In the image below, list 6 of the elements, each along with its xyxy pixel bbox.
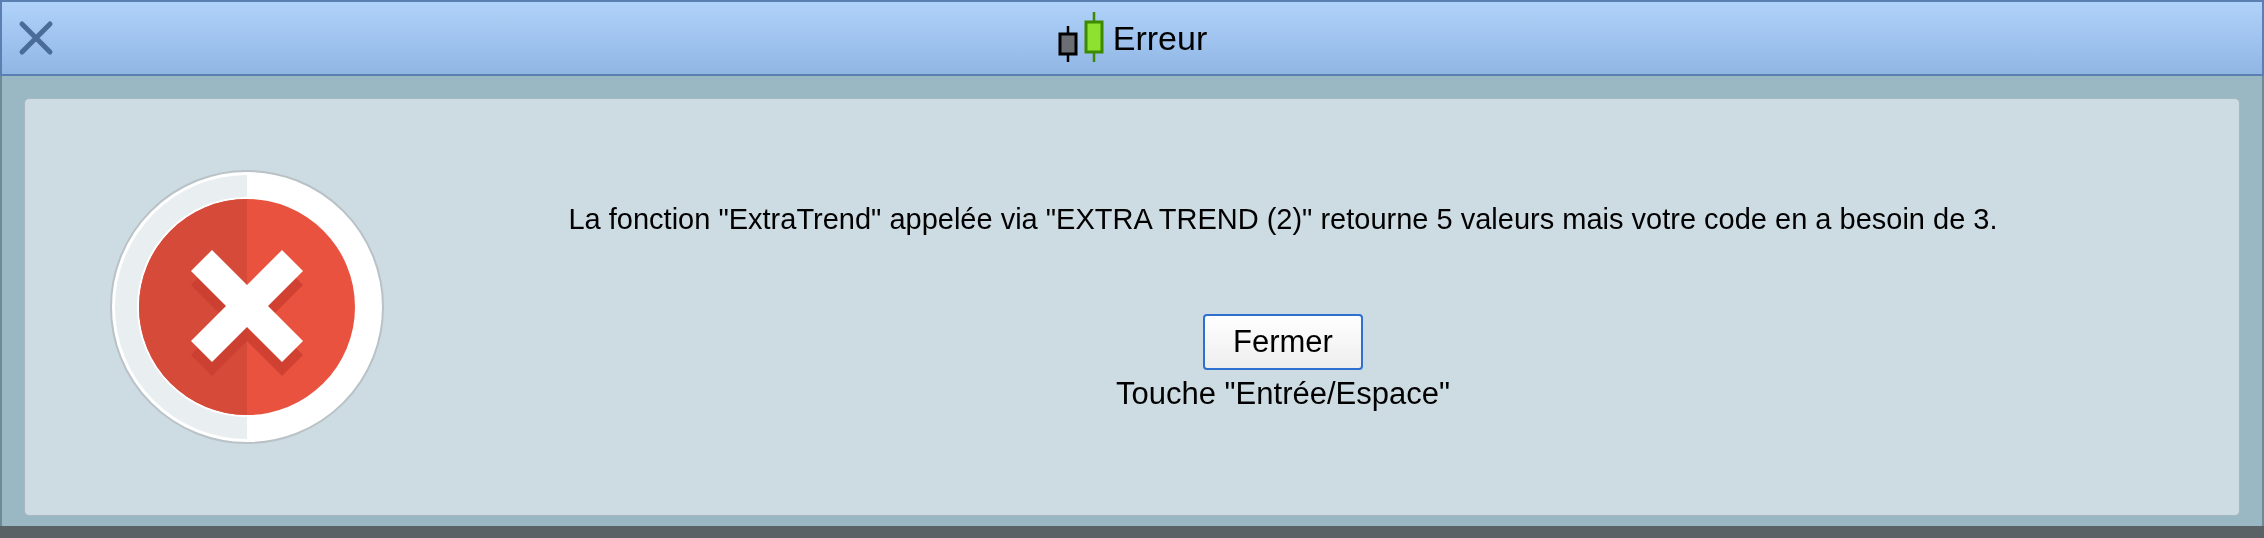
keyboard-hint: Touche "Entrée/Espace" bbox=[1116, 375, 1450, 412]
error-icon bbox=[107, 167, 387, 447]
window-title: Erreur bbox=[1112, 18, 1208, 58]
error-message: La fonction "ExtraTrend" appelée via "EXTRA TREND (2)" retourne 5 valeurs mais votre code en a besoin de 3. bbox=[568, 202, 1998, 236]
candlestick-icon bbox=[1056, 12, 1107, 64]
close-button[interactable]: Fermer bbox=[1203, 313, 1363, 370]
